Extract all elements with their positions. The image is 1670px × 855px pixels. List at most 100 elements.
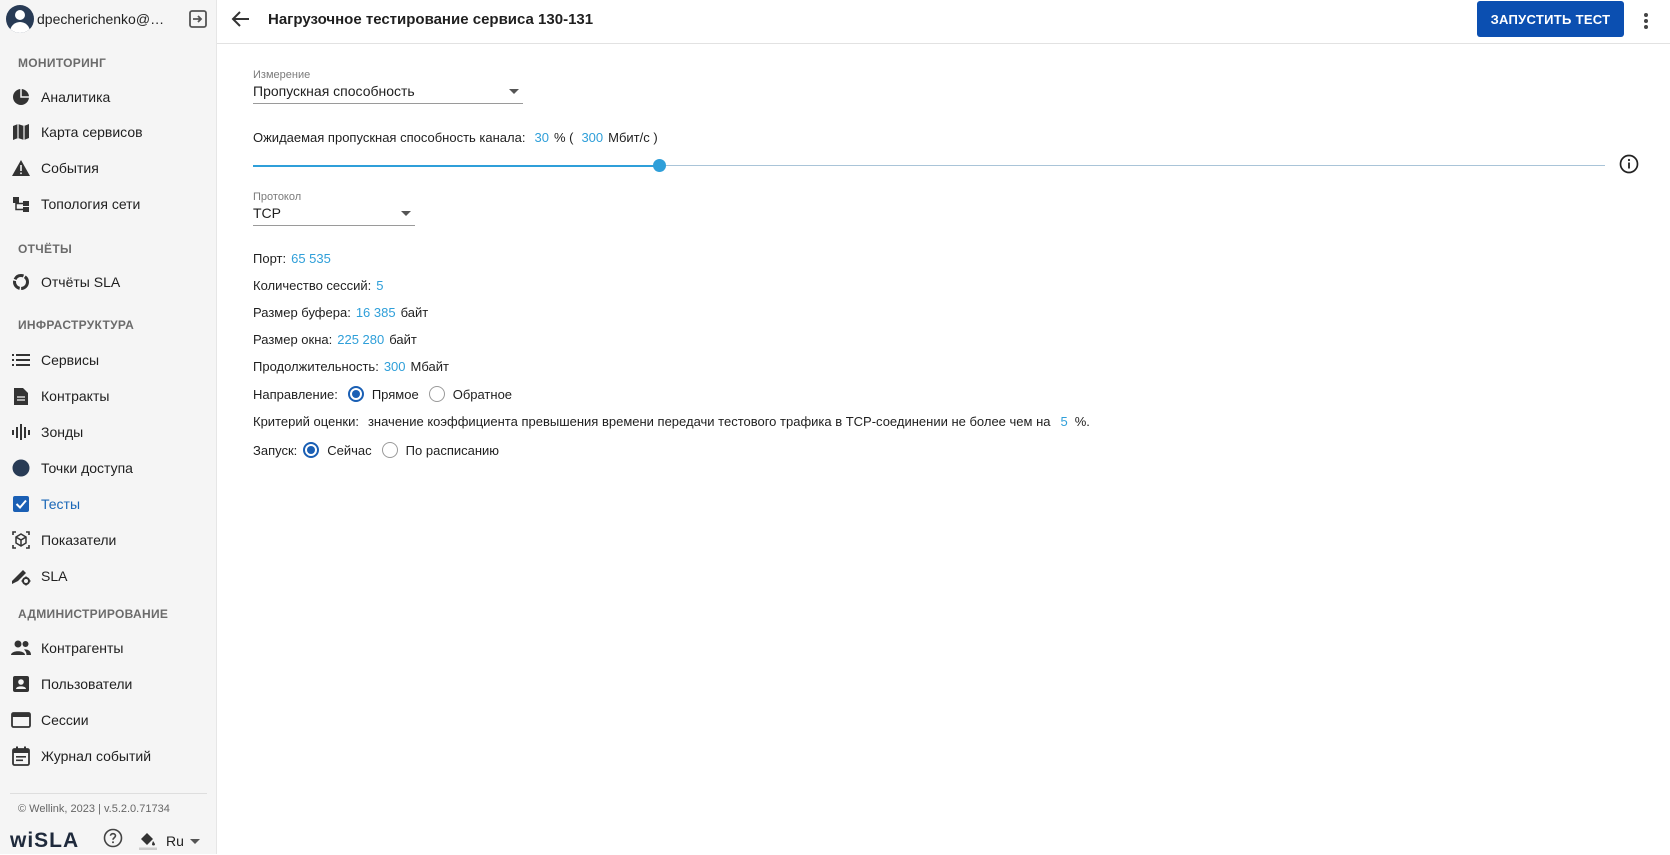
bandwidth-label: Ожидаемая пропускная способность канала: (253, 130, 526, 145)
sidebar-item-service-map[interactable]: Карта сервисов (0, 115, 217, 149)
buffer-size-label: Размер буфера: (253, 305, 351, 320)
sidebar-item-contracts[interactable]: Контракты (0, 379, 217, 413)
window-size-value[interactable]: 225 280 (337, 332, 384, 347)
user-profile[interactable]: dpecherichenko@wellink.ru (6, 4, 211, 34)
section-title-reports: ОТЧЁТЫ (18, 242, 73, 256)
username[interactable]: dpecherichenko@wellink.ru (37, 11, 167, 27)
launch-now-label[interactable]: Сейчас (327, 443, 371, 458)
port-value[interactable]: 65 535 (291, 251, 331, 266)
sidebar-item-label: Сервисы (41, 352, 100, 368)
sidebar-item-access-points[interactable]: Точки доступа (0, 451, 217, 485)
duration-label: Продолжительность: (253, 359, 379, 374)
buffer-size-value[interactable]: 16 385 (356, 305, 396, 320)
map-icon (10, 121, 32, 143)
sidebar-item-label: Журнал событий (41, 748, 152, 764)
paint-bucket-icon[interactable] (139, 830, 157, 855)
sidebar-item-sessions[interactable]: Сессии (0, 703, 217, 737)
criterion-label: Критерий оценки: (253, 414, 359, 429)
measurement-select[interactable]: Пропускная способность (253, 80, 523, 104)
pie-chart-icon (10, 86, 32, 108)
chevron-down-icon (189, 838, 200, 844)
sidebar-item-services[interactable]: Сервисы (0, 343, 217, 377)
info-icon[interactable] (1619, 154, 1639, 179)
section-title-monitoring: МОНИТОРИНГ (18, 56, 107, 70)
direction-forward-radio[interactable] (347, 386, 364, 402)
window-size-unit: байт (389, 332, 417, 347)
document-icon (10, 385, 32, 407)
donut-chart-icon (10, 271, 32, 293)
bandwidth-percent-suffix: % ( (553, 130, 574, 145)
back-arrow-icon[interactable] (231, 10, 251, 33)
duration-value[interactable]: 300 (384, 359, 406, 374)
criterion-text: значение коэффициента превышения времени… (367, 414, 1051, 429)
bandwidth-slider-thumb[interactable] (652, 159, 666, 172)
avatar-icon[interactable] (6, 5, 34, 33)
criterion-value[interactable]: 5 (1060, 414, 1067, 429)
bandwidth-mbps-suffix: Мбит/с ) (608, 130, 658, 145)
sidebar: dpecherichenko@wellink.ru МОНИТОРИНГ Ана… (0, 0, 217, 854)
duration-unit: Мбайт (410, 359, 449, 374)
sidebar-item-label: Зонды (41, 424, 84, 440)
warning-icon (10, 157, 32, 179)
slider-track[interactable] (658, 165, 1605, 166)
sessions-row: Количество сессий: 5 (253, 278, 384, 293)
page-header: Нагрузочное тестирование сервиса 130-131… (217, 0, 1670, 44)
sidebar-item-label: Пользователи (41, 676, 133, 692)
sidebar-item-counterparties[interactable]: Контрагенты (0, 631, 217, 665)
sidebar-item-analytics[interactable]: Аналитика (0, 80, 217, 114)
logout-icon[interactable] (187, 8, 209, 30)
language-value: Ru (166, 833, 184, 849)
sidebar-item-topology[interactable]: Топология сети (0, 187, 217, 221)
launch-label: Запуск: (253, 442, 298, 458)
port-row: Порт: 65 535 (253, 251, 331, 266)
measurement-value: Пропускная способность (253, 83, 415, 99)
sidebar-bottom-bar: wiSLA Ru (0, 826, 217, 854)
more-vertical-icon[interactable] (1636, 9, 1656, 33)
launch-row: Запуск: Сейчас По расписанию (253, 442, 509, 458)
help-icon[interactable] (103, 828, 123, 853)
slider-track-filled[interactable] (253, 165, 659, 167)
sidebar-item-indicators[interactable]: Показатели (0, 523, 217, 557)
sidebar-item-tests[interactable]: Тесты (0, 487, 217, 521)
protocol-select[interactable]: TCP (253, 202, 415, 226)
direction-forward-label[interactable]: Прямое (372, 387, 419, 402)
launch-scheduled-label[interactable]: По расписанию (406, 443, 499, 458)
sessions-value[interactable]: 5 (376, 278, 383, 293)
bandwidth-mbps[interactable]: 300 (581, 130, 603, 145)
topology-icon (10, 193, 32, 215)
criterion-row: Критерий оценки: значение коэффициента п… (253, 414, 1090, 429)
launch-now-radio[interactable] (303, 442, 320, 458)
sidebar-item-label: Контракты (41, 388, 110, 404)
user-badge-icon (10, 673, 32, 695)
calendar-icon (10, 745, 32, 767)
sidebar-item-label: Карта сервисов (41, 124, 143, 140)
window-icon (10, 709, 32, 731)
sidebar-item-label: Контрагенты (41, 640, 124, 656)
sidebar-item-sla-reports[interactable]: Отчёты SLA (0, 265, 217, 299)
protocol-value: TCP (253, 205, 281, 221)
sidebar-divider (10, 793, 207, 794)
sidebar-item-sla[interactable]: SLA (0, 559, 217, 593)
duration-row: Продолжительность: 300 Мбайт (253, 359, 449, 374)
sidebar-item-probes[interactable]: Зонды (0, 415, 217, 449)
sidebar-item-label: Аналитика (41, 89, 111, 105)
list-icon (10, 349, 32, 371)
window-size-label: Размер окна: (253, 332, 333, 347)
direction-reverse-label[interactable]: Обратное (453, 387, 512, 402)
copyright: © Wellink, 2023 | v.5.2.0.71734 (18, 803, 170, 815)
direction-reverse-radio[interactable] (428, 386, 445, 402)
buffer-size-row: Размер буфера: 16 385 байт (253, 305, 428, 320)
language-select[interactable]: Ru (166, 833, 200, 849)
sidebar-item-label: Тесты (41, 496, 81, 512)
sidebar-item-events[interactable]: События (0, 151, 217, 185)
cube-icon (10, 529, 32, 551)
wisla-logo: wiSLA (10, 829, 80, 852)
bandwidth-percent[interactable]: 30 (534, 130, 548, 145)
sidebar-item-label: События (41, 160, 99, 176)
launch-scheduled-radio[interactable] (381, 442, 398, 458)
signal-bars-icon (10, 421, 32, 443)
circle-icon (10, 457, 32, 479)
sidebar-item-users[interactable]: Пользователи (0, 667, 217, 701)
sidebar-item-event-log[interactable]: Журнал событий (0, 739, 217, 773)
run-test-button[interactable]: ЗАПУСТИТЬ ТЕСТ (1477, 1, 1624, 37)
